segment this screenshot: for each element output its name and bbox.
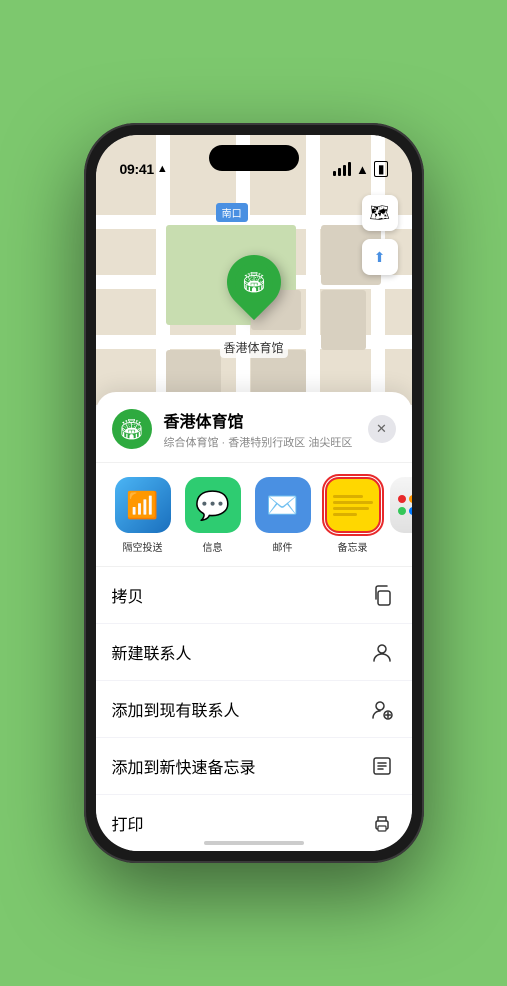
notes-label: 备忘录 xyxy=(338,539,368,554)
copy-label: 拷贝 xyxy=(112,583,144,607)
pin-label: 香港体育馆 xyxy=(219,337,287,358)
new-contact-label: 新建联系人 xyxy=(112,640,192,664)
print-label: 打印 xyxy=(112,811,144,835)
add-existing-label: 添加到现有联系人 xyxy=(112,697,240,721)
map-type-button[interactable]: 🗺 xyxy=(362,195,398,231)
close-button[interactable]: ✕ xyxy=(368,415,396,443)
more-apps-icon xyxy=(390,477,412,533)
map-south-entrance-label: 南口 xyxy=(216,203,248,222)
close-icon: ✕ xyxy=(376,421,387,437)
new-contact-icon xyxy=(368,638,396,666)
pin-circle: 🏟 xyxy=(215,244,291,320)
pin-inner: 🏟 xyxy=(234,263,272,301)
venue-emoji: 🏟 xyxy=(119,417,144,442)
venue-icon: 🏟 xyxy=(112,409,152,449)
airdrop-label: 隔空投送 xyxy=(123,539,163,554)
compass-icon: ⬆ xyxy=(374,249,386,266)
bottom-sheet: 🏟 香港体育馆 综合体育馆 · 香港特别行政区 油尖旺区 ✕ 📶 隔空投送 xyxy=(96,392,412,851)
venue-name: 香港体育馆 xyxy=(164,408,368,432)
wifi-icon: ▲ xyxy=(356,162,369,177)
mail-label: 邮件 xyxy=(273,539,293,554)
status-icons: ▲ ▮ xyxy=(333,161,387,177)
location-button[interactable]: ⬆ xyxy=(362,239,398,275)
status-time: 09:41 xyxy=(120,161,154,177)
action-list: 拷贝 新建联系人 xyxy=(96,567,412,851)
signal-bars-icon xyxy=(333,162,351,176)
airdrop-icon: 📶 xyxy=(115,477,171,533)
action-add-existing[interactable]: 添加到现有联系人 xyxy=(96,681,412,738)
messages-icon: 💬 xyxy=(185,477,241,533)
action-copy[interactable]: 拷贝 xyxy=(96,567,412,624)
venue-description: 综合体育馆 · 香港特别行政区 油尖旺区 xyxy=(164,434,368,450)
add-contact-icon xyxy=(368,695,396,723)
map-type-icon: 🗺 xyxy=(369,203,389,223)
location-info: 香港体育馆 综合体育馆 · 香港特别行政区 油尖旺区 xyxy=(164,408,368,450)
action-quick-note[interactable]: 添加到新快速备忘录 xyxy=(96,738,412,795)
phone-screen: 09:41 ▲ ▲ ▮ xyxy=(96,135,412,851)
airdrop-symbol: 📶 xyxy=(126,490,158,521)
dynamic-island xyxy=(209,145,299,171)
phone-frame: 09:41 ▲ ▲ ▮ xyxy=(84,123,424,863)
mail-symbol: ✉️ xyxy=(266,490,298,521)
location-header: 🏟 香港体育馆 综合体育馆 · 香港特别行政区 油尖旺区 ✕ xyxy=(96,408,412,463)
action-new-contact[interactable]: 新建联系人 xyxy=(96,624,412,681)
stadium-icon: 🏟 xyxy=(241,270,266,295)
copy-icon xyxy=(368,581,396,609)
print-icon xyxy=(368,809,396,837)
share-airdrop[interactable]: 📶 隔空投送 xyxy=(112,477,174,554)
quick-note-icon xyxy=(368,752,396,780)
messages-label: 信息 xyxy=(203,539,223,554)
messages-symbol: 💬 xyxy=(195,489,230,522)
map-controls: 🗺 ⬆ xyxy=(362,195,398,283)
notes-icon xyxy=(325,477,381,533)
home-indicator xyxy=(204,841,304,845)
battery-icon: ▮ xyxy=(374,161,388,177)
share-row: 📶 隔空投送 💬 信息 ✉️ 邮件 xyxy=(96,463,412,567)
location-pin: 🏟 香港体育馆 xyxy=(219,255,287,358)
share-notes[interactable]: 备忘录 xyxy=(322,477,384,554)
share-messages[interactable]: 💬 信息 xyxy=(182,477,244,554)
share-mail[interactable]: ✉️ 邮件 xyxy=(252,477,314,554)
mail-icon: ✉️ xyxy=(255,477,311,533)
location-arrow-icon: ▲ xyxy=(157,163,168,175)
share-more[interactable] xyxy=(392,477,412,554)
quick-note-label: 添加到新快速备忘录 xyxy=(112,754,256,778)
